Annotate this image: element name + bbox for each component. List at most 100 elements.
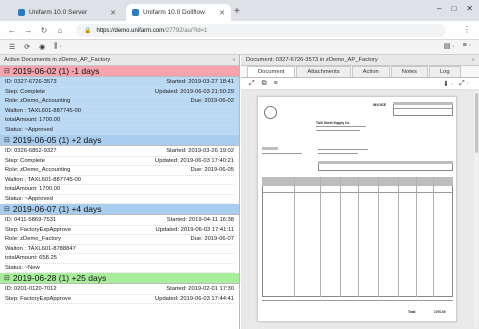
list-item[interactable]: ID: 0201-0120-7012 Started: 2019-02-01 17… xyxy=(0,284,239,304)
refresh-icon[interactable]: ⟳ xyxy=(24,43,30,51)
item-due: Due: 2019-06-07 xyxy=(190,236,234,243)
minus-icon[interactable]: ⊟ xyxy=(4,274,10,282)
item-id: ID: 0411-5869-7531 xyxy=(5,217,57,224)
minus-icon[interactable]: ⊟ xyxy=(4,67,10,75)
item-started: Started: 2019-03-27 18:41 xyxy=(166,79,234,86)
section-label xyxy=(262,147,278,150)
tab-notes[interactable]: Notes xyxy=(390,66,428,77)
item-walton: Walton : TAXL601-8788847 xyxy=(5,245,76,252)
item-row: ID: 0411-5869-7531 Started: 2019-04-11 16… xyxy=(5,216,234,226)
app-favicon-icon xyxy=(132,9,139,16)
item-started: Started: 2019-03-26 19:02 xyxy=(166,148,234,155)
item-status: Status: ~Approved xyxy=(5,126,53,133)
lines-icon[interactable]: ≡ xyxy=(274,80,278,87)
item-amount: totalAmount: 658.25 xyxy=(5,255,57,262)
item-status: Status: ~New xyxy=(5,264,40,271)
divider xyxy=(262,153,302,154)
download-icon[interactable]: ⬇ · xyxy=(443,80,453,88)
item-due: Due: 2019-06-02 xyxy=(190,98,234,105)
company-seal-icon xyxy=(264,106,277,119)
panel-header: Active Documents in zDemo_AP_Factory ‹ xyxy=(0,55,239,66)
viewer-toolbar-right: ⬇ · ⤢ · xyxy=(443,80,469,88)
minus-icon[interactable]: ⊟ xyxy=(4,136,10,144)
collapse-icon[interactable]: ‹ xyxy=(233,57,235,63)
tab-attachments[interactable]: Attachments xyxy=(296,66,351,77)
minus-icon[interactable]: ⊟ xyxy=(4,205,10,213)
item-status: Status: ~Approved xyxy=(5,195,53,202)
divider xyxy=(393,108,453,109)
total-label: Total xyxy=(408,310,416,314)
vendor-name: TAXI Sheet Supply Co. xyxy=(316,121,351,125)
list-item[interactable]: ID: 0327-6726-3573 Started: 2019-03-27 18… xyxy=(0,77,239,135)
panel-header: Document: 0327-6726-3573 in zDemo_AP_Fac… xyxy=(241,55,479,66)
back-icon[interactable]: ← xyxy=(8,26,16,35)
list-item[interactable]: ID: 0326-6852-9327 Started: 2019-03-26 19… xyxy=(0,146,239,204)
minimize-icon[interactable]: – xyxy=(437,4,441,13)
group-header[interactable]: ⊟ 2019-06-02 (1) -1 days xyxy=(0,66,239,77)
col-divider xyxy=(433,177,434,297)
item-id: ID: 0327-6726-3573 xyxy=(5,79,57,86)
fullscreen-icon[interactable]: ⤢ · xyxy=(459,80,469,88)
copy-icon[interactable]: ⧉ xyxy=(262,80,267,88)
item-row: totalAmount: 1700.00 xyxy=(5,185,234,195)
group-label: 2019-06-07 (1) +4 days xyxy=(12,204,102,214)
tab-label: Unifarm 10.0 Server xyxy=(29,9,88,16)
reload-icon[interactable]: ↻ xyxy=(40,26,48,35)
item-row: Role: zDemo_Factory Due: 2019-06-07 xyxy=(5,235,234,245)
col-divider xyxy=(416,177,417,297)
tab-document[interactable]: Document xyxy=(247,66,296,77)
divider xyxy=(316,130,360,131)
columns-icon[interactable]: ⫼ · xyxy=(54,43,62,51)
browser-menu-icon[interactable]: ⋮ xyxy=(463,25,471,34)
item-row: ID: 0201-0120-7012 Started: 2019-02-01 17… xyxy=(5,285,234,295)
item-walton: Walton : TAXL601-887745-00 xyxy=(5,176,81,183)
divider xyxy=(316,126,366,127)
close-window-icon[interactable]: ✕ xyxy=(466,4,473,13)
list-item[interactable]: ID: 0411-5869-7531 Started: 2019-04-11 16… xyxy=(0,215,239,273)
item-row: Step: FactoryExpApprove Updated: 2019-06-… xyxy=(5,226,234,235)
tab-log[interactable]: Log xyxy=(428,66,461,77)
item-walton: Walton : TAXL601-887745-00 xyxy=(5,107,81,114)
col-divider xyxy=(340,177,341,297)
item-updated: Updated: 2019-06-03 17:41:11 xyxy=(155,226,234,233)
url-host: https://demo.unifarm.com xyxy=(96,27,165,34)
fit-icon[interactable]: ⤢ xyxy=(249,80,255,88)
group-header[interactable]: ⊟ 2019-06-28 (1) +25 days xyxy=(0,273,239,284)
group-label: 2019-06-02 (1) -1 days xyxy=(12,66,100,76)
item-id: ID: 0201-0120-7012 xyxy=(5,286,57,293)
url-input[interactable]: 🔒 https://demo.unifarm.com/27792/au/?id=… xyxy=(76,24,446,37)
divider xyxy=(318,149,368,150)
item-role: Role: zDemo_Accounting xyxy=(5,98,71,105)
maximize-icon[interactable]: □ xyxy=(451,4,456,13)
document-viewer[interactable]: INVOICE TAXI Sheet Supply Co. Total 1700… xyxy=(241,90,479,329)
invoice-info-header xyxy=(393,102,453,105)
home-icon[interactable]: ⌂ xyxy=(56,26,64,35)
group-header[interactable]: ⊟ 2019-06-05 (1) +2 days xyxy=(0,135,239,146)
expand-icon[interactable]: › xyxy=(472,57,474,63)
item-row: Walton : TAXL601-887745-00 xyxy=(5,107,234,116)
item-updated: Updated: 2019-06-03 17:44:41 xyxy=(155,295,234,302)
item-row: Role: zDemo_Accounting Due: 2019-06-05 xyxy=(5,166,234,176)
scrollbar-thumb[interactable] xyxy=(474,93,478,153)
close-icon[interactable]: ✕ xyxy=(110,9,116,17)
item-row: Step: Complete Updated: 2019-06-03 21:50:… xyxy=(5,88,234,97)
url-path: /27792/au/?id=1 xyxy=(164,27,208,34)
tab-action[interactable]: Action xyxy=(351,66,390,77)
group-header[interactable]: ⊟ 2019-06-07 (1) +4 days xyxy=(0,204,239,215)
new-tab-button[interactable]: + xyxy=(234,6,240,17)
menu-icon[interactable]: ☰ xyxy=(9,43,15,51)
target-icon[interactable]: ◉ xyxy=(39,43,45,51)
document-detail-panel: Document: 0327-6726-3573 in zDemo_AP_Fac… xyxy=(241,55,479,329)
item-updated: Updated: 2019-06-03 17:40:21 xyxy=(155,157,234,164)
viewer-scrollbar[interactable] xyxy=(474,91,478,327)
close-icon[interactable]: ✕ xyxy=(219,9,225,17)
browser-tab-server[interactable]: Unifarm 10.0 Server ✕ xyxy=(12,4,122,21)
view-icon[interactable]: ▤ · xyxy=(444,42,455,50)
url-text: https://demo.unifarm.com/27792/au/?id=1 xyxy=(96,28,207,34)
forward-icon[interactable]: → xyxy=(24,26,32,35)
item-amount: totalAmount: 1700.00 xyxy=(5,117,61,124)
list-icon[interactable]: ≡ · xyxy=(463,42,471,50)
divider xyxy=(318,153,358,154)
browser-tab-dollflow[interactable]: Unifarm 10.0 Dollflow ✕ xyxy=(126,4,231,21)
invoice-heading: INVOICE xyxy=(373,103,387,107)
